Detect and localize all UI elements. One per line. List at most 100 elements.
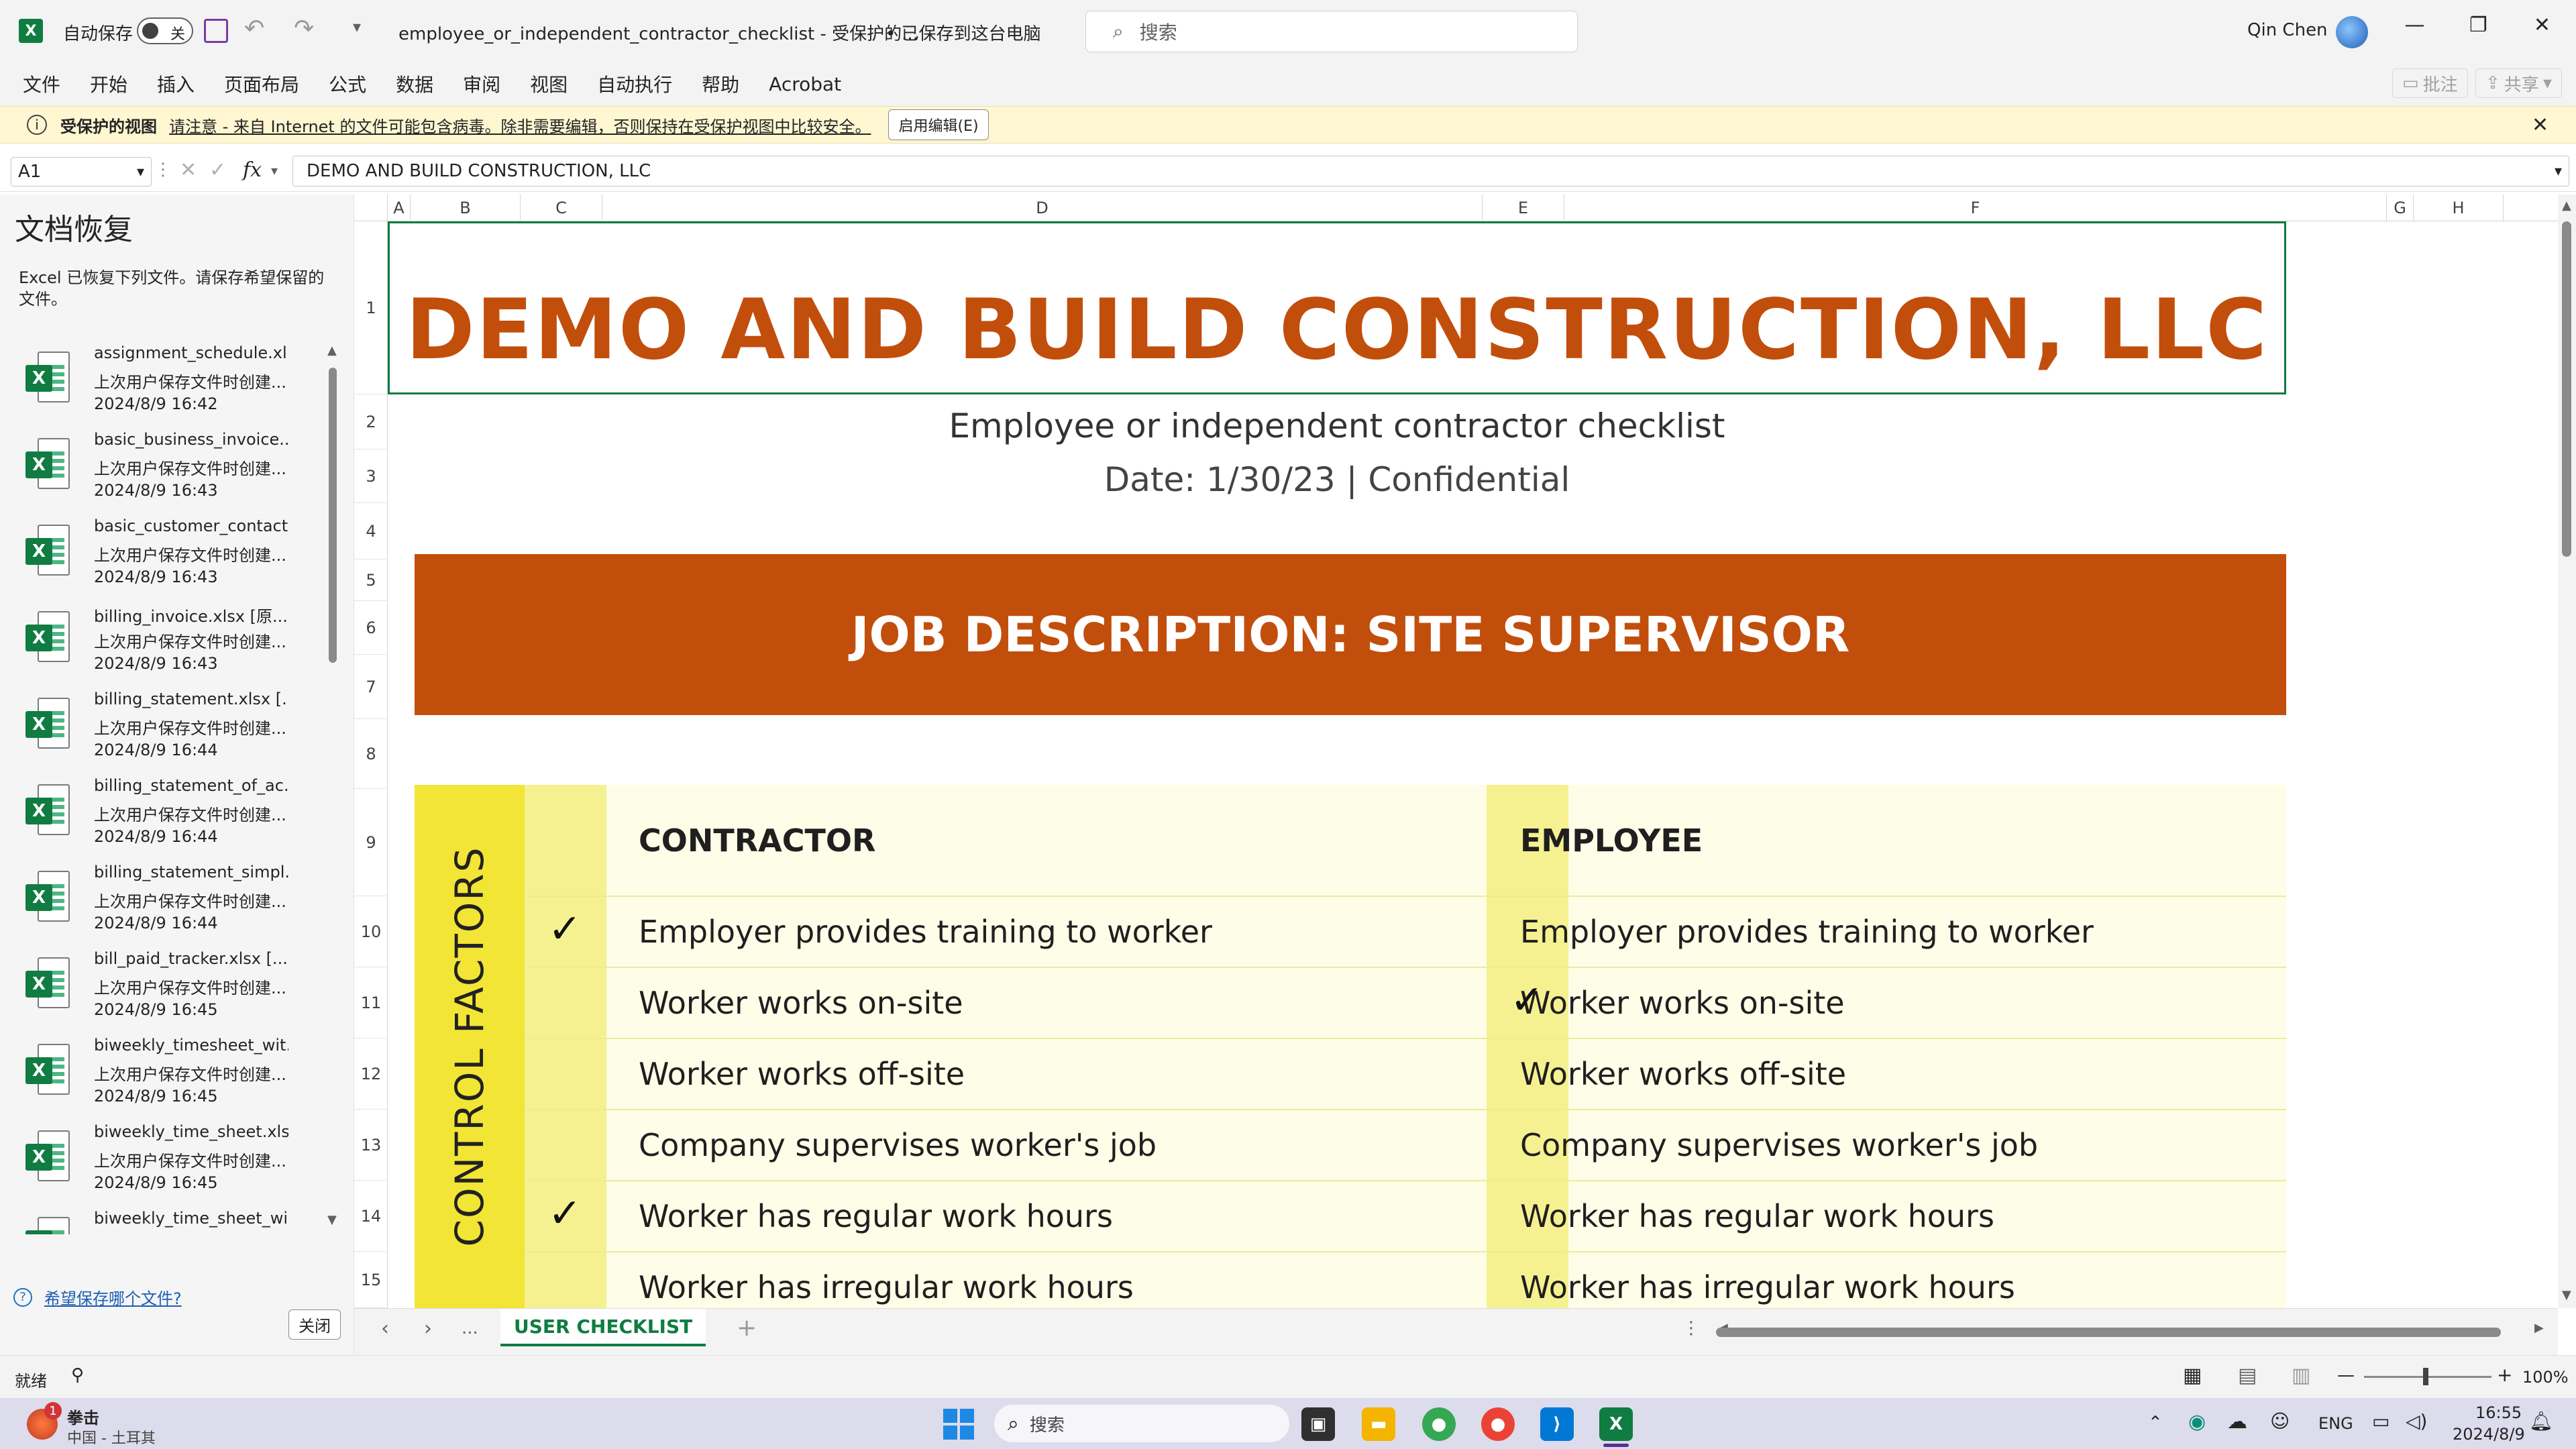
excel-taskbar-icon[interactable]: X — [1599, 1407, 1633, 1441]
document-title[interactable]: employee_or_independent_contractor_check… — [398, 20, 918, 45]
row-header[interactable]: 12 — [354, 1038, 388, 1110]
menu-view[interactable]: 视图 — [530, 70, 568, 97]
task-view-icon[interactable]: ▣ — [1301, 1407, 1335, 1441]
zoom-out-icon[interactable]: — — [2337, 1365, 2355, 1385]
avatar[interactable] — [2336, 16, 2368, 48]
comments-button[interactable]: ▭ 批注 — [2392, 68, 2468, 98]
row-header[interactable]: 15 — [354, 1252, 388, 1308]
scroll-thumb[interactable] — [2562, 221, 2571, 557]
enable-editing-button[interactable]: 启用编辑(E) — [888, 109, 989, 140]
column-header[interactable]: C — [521, 195, 602, 221]
onedrive-icon[interactable]: ☁ — [2227, 1410, 2247, 1434]
chrome-profile-icon[interactable]: ● — [1481, 1407, 1515, 1441]
expand-formula-icon[interactable]: ▾ — [2555, 163, 2562, 180]
close-icon[interactable]: ✕ — [2532, 113, 2548, 137]
select-all-corner[interactable] — [354, 195, 388, 221]
recovered-file-item[interactable]: Xbiweekly_timesheet_wit... 上次用户保存文件时创建...… — [0, 1030, 329, 1116]
minimize-icon[interactable]: — — [2383, 13, 2447, 37]
prev-sheet-icon[interactable]: ‹ — [381, 1317, 389, 1340]
clock-time[interactable]: 16:55 — [2475, 1403, 2522, 1422]
protected-view-message[interactable]: 请注意 - 来自 Internet 的文件可能包含病毒。除非需要编辑，否则保持在… — [169, 113, 871, 137]
more-sheets-icon[interactable]: ... — [462, 1318, 478, 1338]
row-header[interactable]: 4 — [354, 503, 388, 559]
recovered-file-item[interactable]: Xbill_paid_tracker.xlsx [... 上次用户保存文件时创建.… — [0, 944, 329, 1030]
volume-icon[interactable]: ◁) — [2406, 1410, 2427, 1432]
recovery-scrollbar[interactable]: ▲ ▼ — [326, 343, 339, 1229]
clock-date[interactable]: 2024/8/9 — [2453, 1425, 2525, 1444]
recovered-file-item[interactable]: Xassignment_schedule.xl... 上次用户保存文件时创建...… — [0, 338, 329, 424]
recovered-file-item[interactable]: Xbilling_statement.xlsx [... 上次用户保存文件时创建.… — [0, 684, 329, 770]
next-sheet-icon[interactable]: › — [424, 1317, 432, 1340]
help-link[interactable]: ? 希望保存哪个文件? — [13, 1285, 182, 1309]
vscode-icon[interactable]: ⟩ — [1540, 1407, 1574, 1441]
menu-automate[interactable]: 自动执行 — [597, 70, 672, 97]
normal-view-icon[interactable]: ▦ — [2183, 1364, 2202, 1387]
row-header[interactable]: 13 — [354, 1110, 388, 1181]
menu-page-layout[interactable]: 页面布局 — [224, 70, 299, 97]
column-header[interactable]: F — [1564, 195, 2387, 221]
row-header[interactable]: 3 — [354, 449, 388, 503]
cancel-icon[interactable]: ✕ — [180, 158, 197, 182]
tray-app-icon[interactable]: ☺ — [2270, 1410, 2290, 1432]
show-hidden-icons[interactable]: ⌃ — [2148, 1413, 2163, 1433]
menu-acrobat[interactable]: Acrobat — [769, 73, 841, 95]
autosave-toggle[interactable]: 关 — [137, 17, 193, 44]
page-layout-view-icon[interactable]: ▤ — [2238, 1364, 2257, 1387]
undo-icon[interactable]: ↶ — [244, 15, 264, 42]
more-icon[interactable]: ⋮ — [1682, 1318, 1700, 1338]
row-header[interactable]: 7 — [354, 655, 388, 719]
column-header[interactable]: D — [602, 195, 1483, 221]
accessibility-icon[interactable]: ⚲ — [71, 1365, 84, 1385]
recovered-file-item[interactable]: Xbilling_statement_of_ac... 上次用户保存文件时创建..… — [0, 771, 329, 857]
add-sheet-icon[interactable]: + — [737, 1314, 757, 1342]
column-header[interactable]: A — [388, 195, 411, 221]
column-header[interactable]: H — [2414, 195, 2504, 221]
language-indicator[interactable]: ENG — [2318, 1414, 2353, 1433]
horizontal-scroll-thumb[interactable] — [1716, 1328, 2501, 1337]
row-header[interactable]: 8 — [354, 719, 388, 789]
taskbar-search[interactable]: ⌕ 搜索 — [994, 1405, 1289, 1442]
recovered-file-item[interactable]: Xbasic_customer_contact... 上次用户保存文件时创建...… — [0, 511, 329, 597]
chrome-icon[interactable]: ● — [1422, 1407, 1456, 1441]
menu-insert[interactable]: 插入 — [157, 70, 195, 97]
close-button[interactable]: 关闭 — [288, 1309, 341, 1340]
share-button[interactable]: ⇪ 共享 ▾ — [2475, 68, 2562, 98]
name-box[interactable]: A1 ▾ — [11, 157, 152, 186]
user-name[interactable]: Qin Chen — [2247, 20, 2328, 40]
column-header[interactable]: G — [2387, 195, 2414, 221]
zoom-in-icon[interactable]: + — [2497, 1364, 2512, 1386]
file-explorer-icon[interactable]: ▬ — [1362, 1407, 1395, 1441]
menu-file[interactable]: 文件 — [23, 70, 60, 97]
menu-review[interactable]: 审阅 — [463, 70, 500, 97]
redo-icon[interactable]: ↷ — [294, 15, 314, 42]
save-icon[interactable] — [204, 19, 228, 43]
tab-user-checklist[interactable]: USER CHECKLIST — [500, 1309, 706, 1346]
recovered-file-item[interactable]: Xbasic_business_invoice.... 上次用户保存文件时创建..… — [0, 425, 329, 511]
menu-home[interactable]: 开始 — [90, 70, 127, 97]
search-box[interactable]: ⌕ 搜索 — [1085, 11, 1578, 52]
save-status[interactable]: • 已保存到这台电脑 — [885, 20, 1041, 45]
column-header[interactable]: B — [411, 195, 521, 221]
restore-icon[interactable]: ❐ — [2447, 13, 2510, 37]
enter-icon[interactable]: ✓ — [209, 158, 226, 182]
row-header[interactable]: 9 — [354, 789, 388, 896]
recovered-file-item[interactable]: Xbilling_invoice.xlsx [原... 上次用户保存文件时创建..… — [0, 598, 329, 684]
menu-data[interactable]: 数据 — [396, 70, 433, 97]
recovered-file-item[interactable]: Xbilling_statement_simpl... 上次用户保存文件时创建..… — [0, 857, 329, 943]
edge-tray-icon[interactable]: ◉ — [2188, 1410, 2206, 1434]
row-header[interactable]: 5 — [354, 559, 388, 601]
zoom-level[interactable]: 100% — [2522, 1368, 2569, 1387]
widget-subtitle[interactable]: 中国 - 土耳其 — [67, 1426, 156, 1448]
row-header[interactable]: 10 — [354, 896, 388, 967]
recovered-file-item[interactable]: Xbiweekly_time_sheet.xls... 上次用户保存文件时创建..… — [0, 1117, 329, 1203]
customize-qat-icon[interactable]: ▾ — [353, 17, 361, 36]
windows-start-icon[interactable] — [943, 1409, 974, 1440]
page-break-view-icon[interactable]: ▥ — [2292, 1364, 2310, 1387]
row-header[interactable]: 2 — [354, 394, 388, 449]
formula-input[interactable]: DEMO AND BUILD CONSTRUCTION, LLC ▾ — [292, 156, 2569, 186]
more-icon[interactable]: ⋮ — [154, 160, 172, 180]
network-icon[interactable]: ▭ — [2372, 1410, 2390, 1432]
menu-help[interactable]: 帮助 — [702, 70, 739, 97]
row-header[interactable]: 6 — [354, 601, 388, 655]
notification-bell-icon[interactable]: 🔔︎ — [2529, 1410, 2553, 1432]
